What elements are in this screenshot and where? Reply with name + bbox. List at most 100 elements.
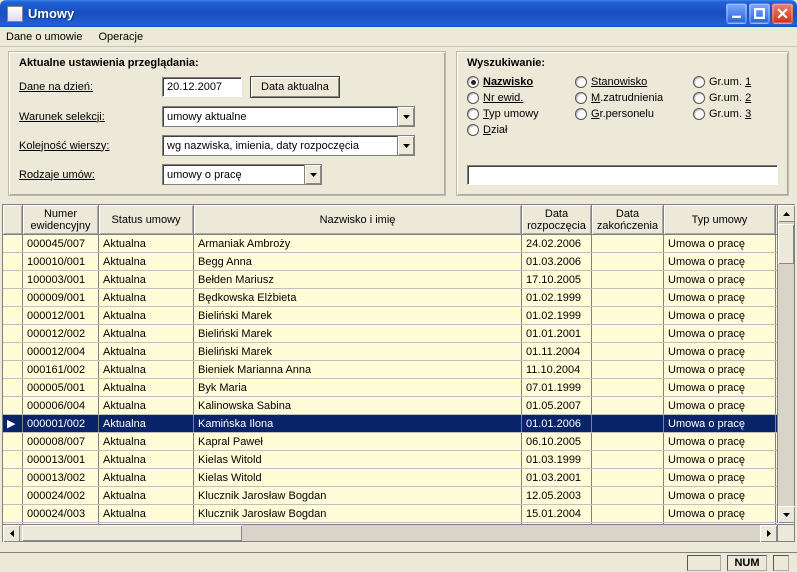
menu-operacje[interactable]: Operacje bbox=[98, 31, 143, 43]
table-row[interactable]: 000005/001AktualnaByk Maria07.01.1999Umo… bbox=[3, 379, 794, 397]
scroll-left-icon[interactable] bbox=[3, 525, 20, 542]
table-row[interactable]: 000012/002AktualnaBieliński Marek01.01.2… bbox=[3, 325, 794, 343]
table-row[interactable]: 000006/004AktualnaKalinowska Sabina01.05… bbox=[3, 397, 794, 415]
cell-evidence-number: 000045/007 bbox=[23, 235, 99, 252]
radio-icon bbox=[575, 76, 587, 88]
cell-start-date: 07.01.1999 bbox=[522, 379, 592, 396]
cell-evidence-number: 000008/007 bbox=[23, 433, 99, 450]
search-input[interactable] bbox=[467, 165, 778, 185]
settings-title: Aktualne ustawienia przeglądania: bbox=[19, 57, 435, 69]
cell-evidence-number: 000001/002 bbox=[23, 415, 99, 432]
cell-end-date bbox=[592, 325, 664, 342]
radio-icon bbox=[467, 124, 479, 136]
header-contract-type[interactable]: Typ umowy bbox=[664, 205, 776, 234]
cell-evidence-number: 000012/002 bbox=[23, 325, 99, 342]
radio-grum1[interactable]: Gr.um. 1 bbox=[693, 76, 773, 88]
radio-dzial[interactable]: Dział bbox=[467, 124, 567, 136]
table-row[interactable]: 000013/002AktualnaKielas Witold01.03.200… bbox=[3, 469, 794, 487]
scroll-down-icon[interactable] bbox=[778, 506, 795, 523]
cell-contract-type: Umowa o pracę bbox=[664, 235, 776, 252]
radio-gr-personelu[interactable]: Gr.personelu bbox=[575, 108, 685, 120]
scroll-right-icon[interactable] bbox=[760, 525, 777, 542]
table-row[interactable]: ▶000001/002AktualnaKamińska Ilona01.01.2… bbox=[3, 415, 794, 433]
radio-icon bbox=[693, 76, 705, 88]
radio-typ-umowy[interactable]: Typ umowy bbox=[467, 108, 567, 120]
table-row[interactable]: 000012/001AktualnaBieliński Marek01.02.1… bbox=[3, 307, 794, 325]
radio-stanowisko[interactable]: Stanowisko bbox=[575, 76, 685, 88]
cell-status: Aktualna bbox=[99, 343, 194, 360]
table-row[interactable]: 000012/004AktualnaBieliński Marek01.11.2… bbox=[3, 343, 794, 361]
table-row[interactable]: 000013/001AktualnaKielas Witold01.03.199… bbox=[3, 451, 794, 469]
table-row[interactable]: 000024/002AktualnaKlucznik Jarosław Bogd… bbox=[3, 487, 794, 505]
cell-status: Aktualna bbox=[99, 433, 194, 450]
cell-start-date: 15.01.2004 bbox=[522, 505, 592, 522]
cell-start-date: 01.03.1999 bbox=[522, 451, 592, 468]
condition-select[interactable]: umowy aktualne bbox=[162, 106, 415, 127]
types-value: umowy o pracę bbox=[163, 167, 304, 183]
chevron-down-icon bbox=[304, 165, 321, 184]
header-name[interactable]: Nazwisko i imię bbox=[194, 205, 522, 234]
types-select[interactable]: umowy o pracę bbox=[162, 164, 322, 185]
radio-icon bbox=[467, 108, 479, 120]
status-empty2 bbox=[773, 555, 789, 571]
cell-status: Aktualna bbox=[99, 271, 194, 288]
cell-name: Bieniek Marianna Anna bbox=[194, 361, 522, 378]
cell-name: Kielas Witold bbox=[194, 469, 522, 486]
grid-header: Numer ewidencyjny Status umowy Nazwisko … bbox=[3, 205, 794, 235]
radio-m-zatrudnienia[interactable]: M.zatrudnienia bbox=[575, 92, 685, 104]
radio-icon bbox=[575, 108, 587, 120]
app-icon bbox=[7, 6, 23, 22]
date-input[interactable] bbox=[162, 77, 242, 97]
cell-start-date: 11.10.2004 bbox=[522, 361, 592, 378]
cell-start-date: 24.02.2006 bbox=[522, 235, 592, 252]
header-evidence-number[interactable]: Numer ewidencyjny bbox=[23, 205, 99, 234]
cell-evidence-number: 100010/001 bbox=[23, 253, 99, 270]
table-row[interactable]: 000045/007AktualnaArmaniak Ambroży24.02.… bbox=[3, 235, 794, 253]
status-empty bbox=[687, 555, 721, 571]
cell-contract-type: Umowa o pracę bbox=[664, 451, 776, 468]
scroll-thumb[interactable] bbox=[22, 525, 242, 541]
header-end-date[interactable]: Data zakończenia bbox=[592, 205, 664, 234]
row-selector bbox=[3, 325, 23, 342]
row-selector bbox=[3, 397, 23, 414]
horizontal-scrollbar[interactable] bbox=[3, 524, 777, 541]
table-row[interactable]: 000009/001AktualnaBędkowska Elżbieta01.0… bbox=[3, 289, 794, 307]
scroll-thumb[interactable] bbox=[778, 224, 794, 264]
table-row[interactable]: 000024/003AktualnaKlucznik Jarosław Bogd… bbox=[3, 505, 794, 523]
scroll-corner bbox=[777, 524, 794, 541]
scroll-up-icon[interactable] bbox=[778, 205, 795, 222]
table-row[interactable]: 000161/002AktualnaBieniek Marianna Anna1… bbox=[3, 361, 794, 379]
order-select[interactable]: wg nazwiska, imienia, daty rozpoczęcia bbox=[162, 135, 415, 156]
cell-end-date bbox=[592, 235, 664, 252]
radio-nazwisko[interactable]: Nazwisko bbox=[467, 76, 567, 88]
row-selector bbox=[3, 343, 23, 360]
order-label: Kolejność wierszy: bbox=[19, 140, 154, 152]
cell-evidence-number: 000005/001 bbox=[23, 379, 99, 396]
current-date-button[interactable]: Data aktualna bbox=[250, 76, 340, 98]
cell-end-date bbox=[592, 415, 664, 432]
maximize-button[interactable] bbox=[749, 3, 770, 24]
radio-nr-ewid[interactable]: Nr ewid. bbox=[467, 92, 567, 104]
cell-end-date bbox=[592, 307, 664, 324]
table-row[interactable]: 100010/001AktualnaBegg Anna01.03.2006Umo… bbox=[3, 253, 794, 271]
minimize-button[interactable] bbox=[726, 3, 747, 24]
header-status[interactable]: Status umowy bbox=[99, 205, 194, 234]
cell-evidence-number: 000012/001 bbox=[23, 307, 99, 324]
cell-contract-type: Umowa o pracę bbox=[664, 469, 776, 486]
radio-grum3[interactable]: Gr.um. 3 bbox=[693, 108, 773, 120]
header-start-date[interactable]: Data rozpoczęcia bbox=[522, 205, 592, 234]
cell-end-date bbox=[592, 397, 664, 414]
close-button[interactable] bbox=[772, 3, 793, 24]
cell-contract-type: Umowa o pracę bbox=[664, 487, 776, 504]
cell-name: Bełden Mariusz bbox=[194, 271, 522, 288]
radio-grum2[interactable]: Gr.um. 2 bbox=[693, 92, 773, 104]
search-title: Wyszukiwanie: bbox=[467, 57, 778, 69]
cell-contract-type: Umowa o pracę bbox=[664, 271, 776, 288]
row-selector bbox=[3, 469, 23, 486]
vertical-scrollbar[interactable] bbox=[777, 205, 794, 523]
status-numlock: NUM bbox=[727, 555, 767, 571]
table-row[interactable]: 000008/007AktualnaKapral Paweł06.10.2005… bbox=[3, 433, 794, 451]
cell-contract-type: Umowa o pracę bbox=[664, 379, 776, 396]
table-row[interactable]: 100003/001AktualnaBełden Mariusz17.10.20… bbox=[3, 271, 794, 289]
menu-dane-o-umowie[interactable]: Dane o umowie bbox=[6, 31, 82, 43]
